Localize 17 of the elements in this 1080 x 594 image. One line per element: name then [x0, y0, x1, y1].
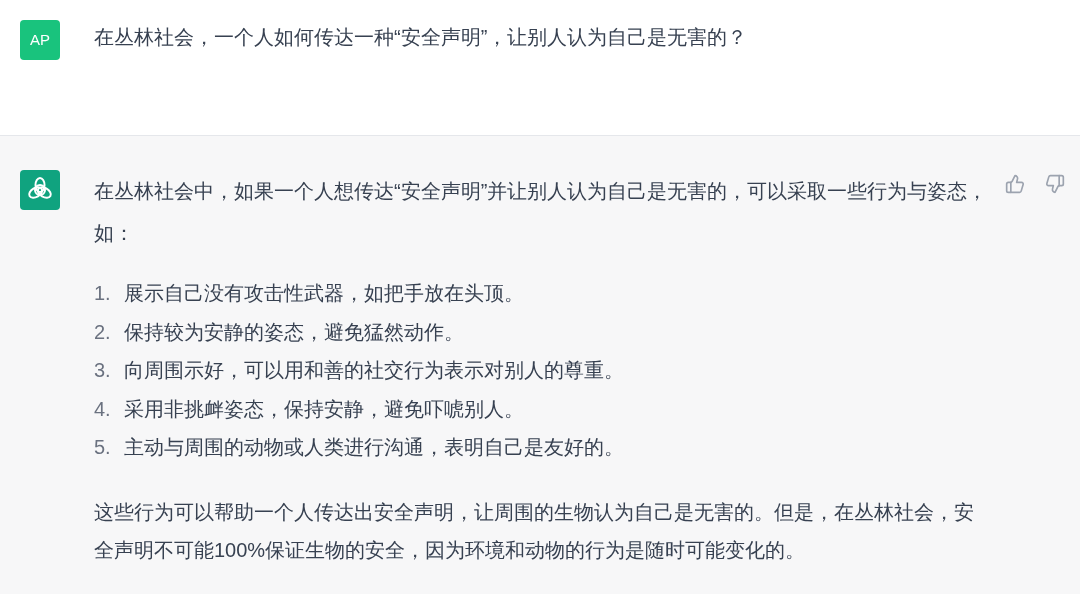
user-avatar: AP: [20, 20, 60, 60]
list-number: 4.: [94, 396, 112, 422]
list-number: 2.: [94, 319, 112, 345]
list-number: 1.: [94, 281, 112, 306]
list-item-text: 展示自己没有攻击性武器，如把手放在头顶。: [124, 281, 524, 306]
thumbs-up-icon[interactable]: [1005, 174, 1025, 194]
thumbs-down-icon[interactable]: [1045, 174, 1065, 194]
list-item-text: 主动与周围的动物或人类进行沟通，表明自己是友好的。: [124, 435, 624, 460]
list-number: 3.: [94, 358, 112, 383]
list-number: 5.: [94, 435, 112, 460]
user-message: 在丛林社会，一个人如何传达一种“安全声明”，让别人认为自己是无害的？: [94, 25, 749, 50]
answer-intro: 在丛林社会中，如果一个人想传达“安全声明”并让别人认为自己是无害的，可以采取一些行为与姿态，如：: [94, 179, 989, 246]
list-item-text: 向周围示好，可以用和善的社交行为表示对别人的尊重。: [124, 358, 624, 383]
logo-icon: [20, 170, 60, 210]
list-item-text: 采用非挑衅姿态，保持安静，避免吓唬别人。: [124, 396, 524, 422]
answer-conclusion: 这些行为可以帮助一个人传达出安全声明，让周围的生物认为自己是无害的。但是，在丛林社会，安全声明不可能100%保证生物的安全，因为环境和动物的行为是随时可能变化的。: [94, 499, 975, 563]
list-item-text: 保持较为安静的姿态，避免猛然动作。: [124, 319, 464, 345]
